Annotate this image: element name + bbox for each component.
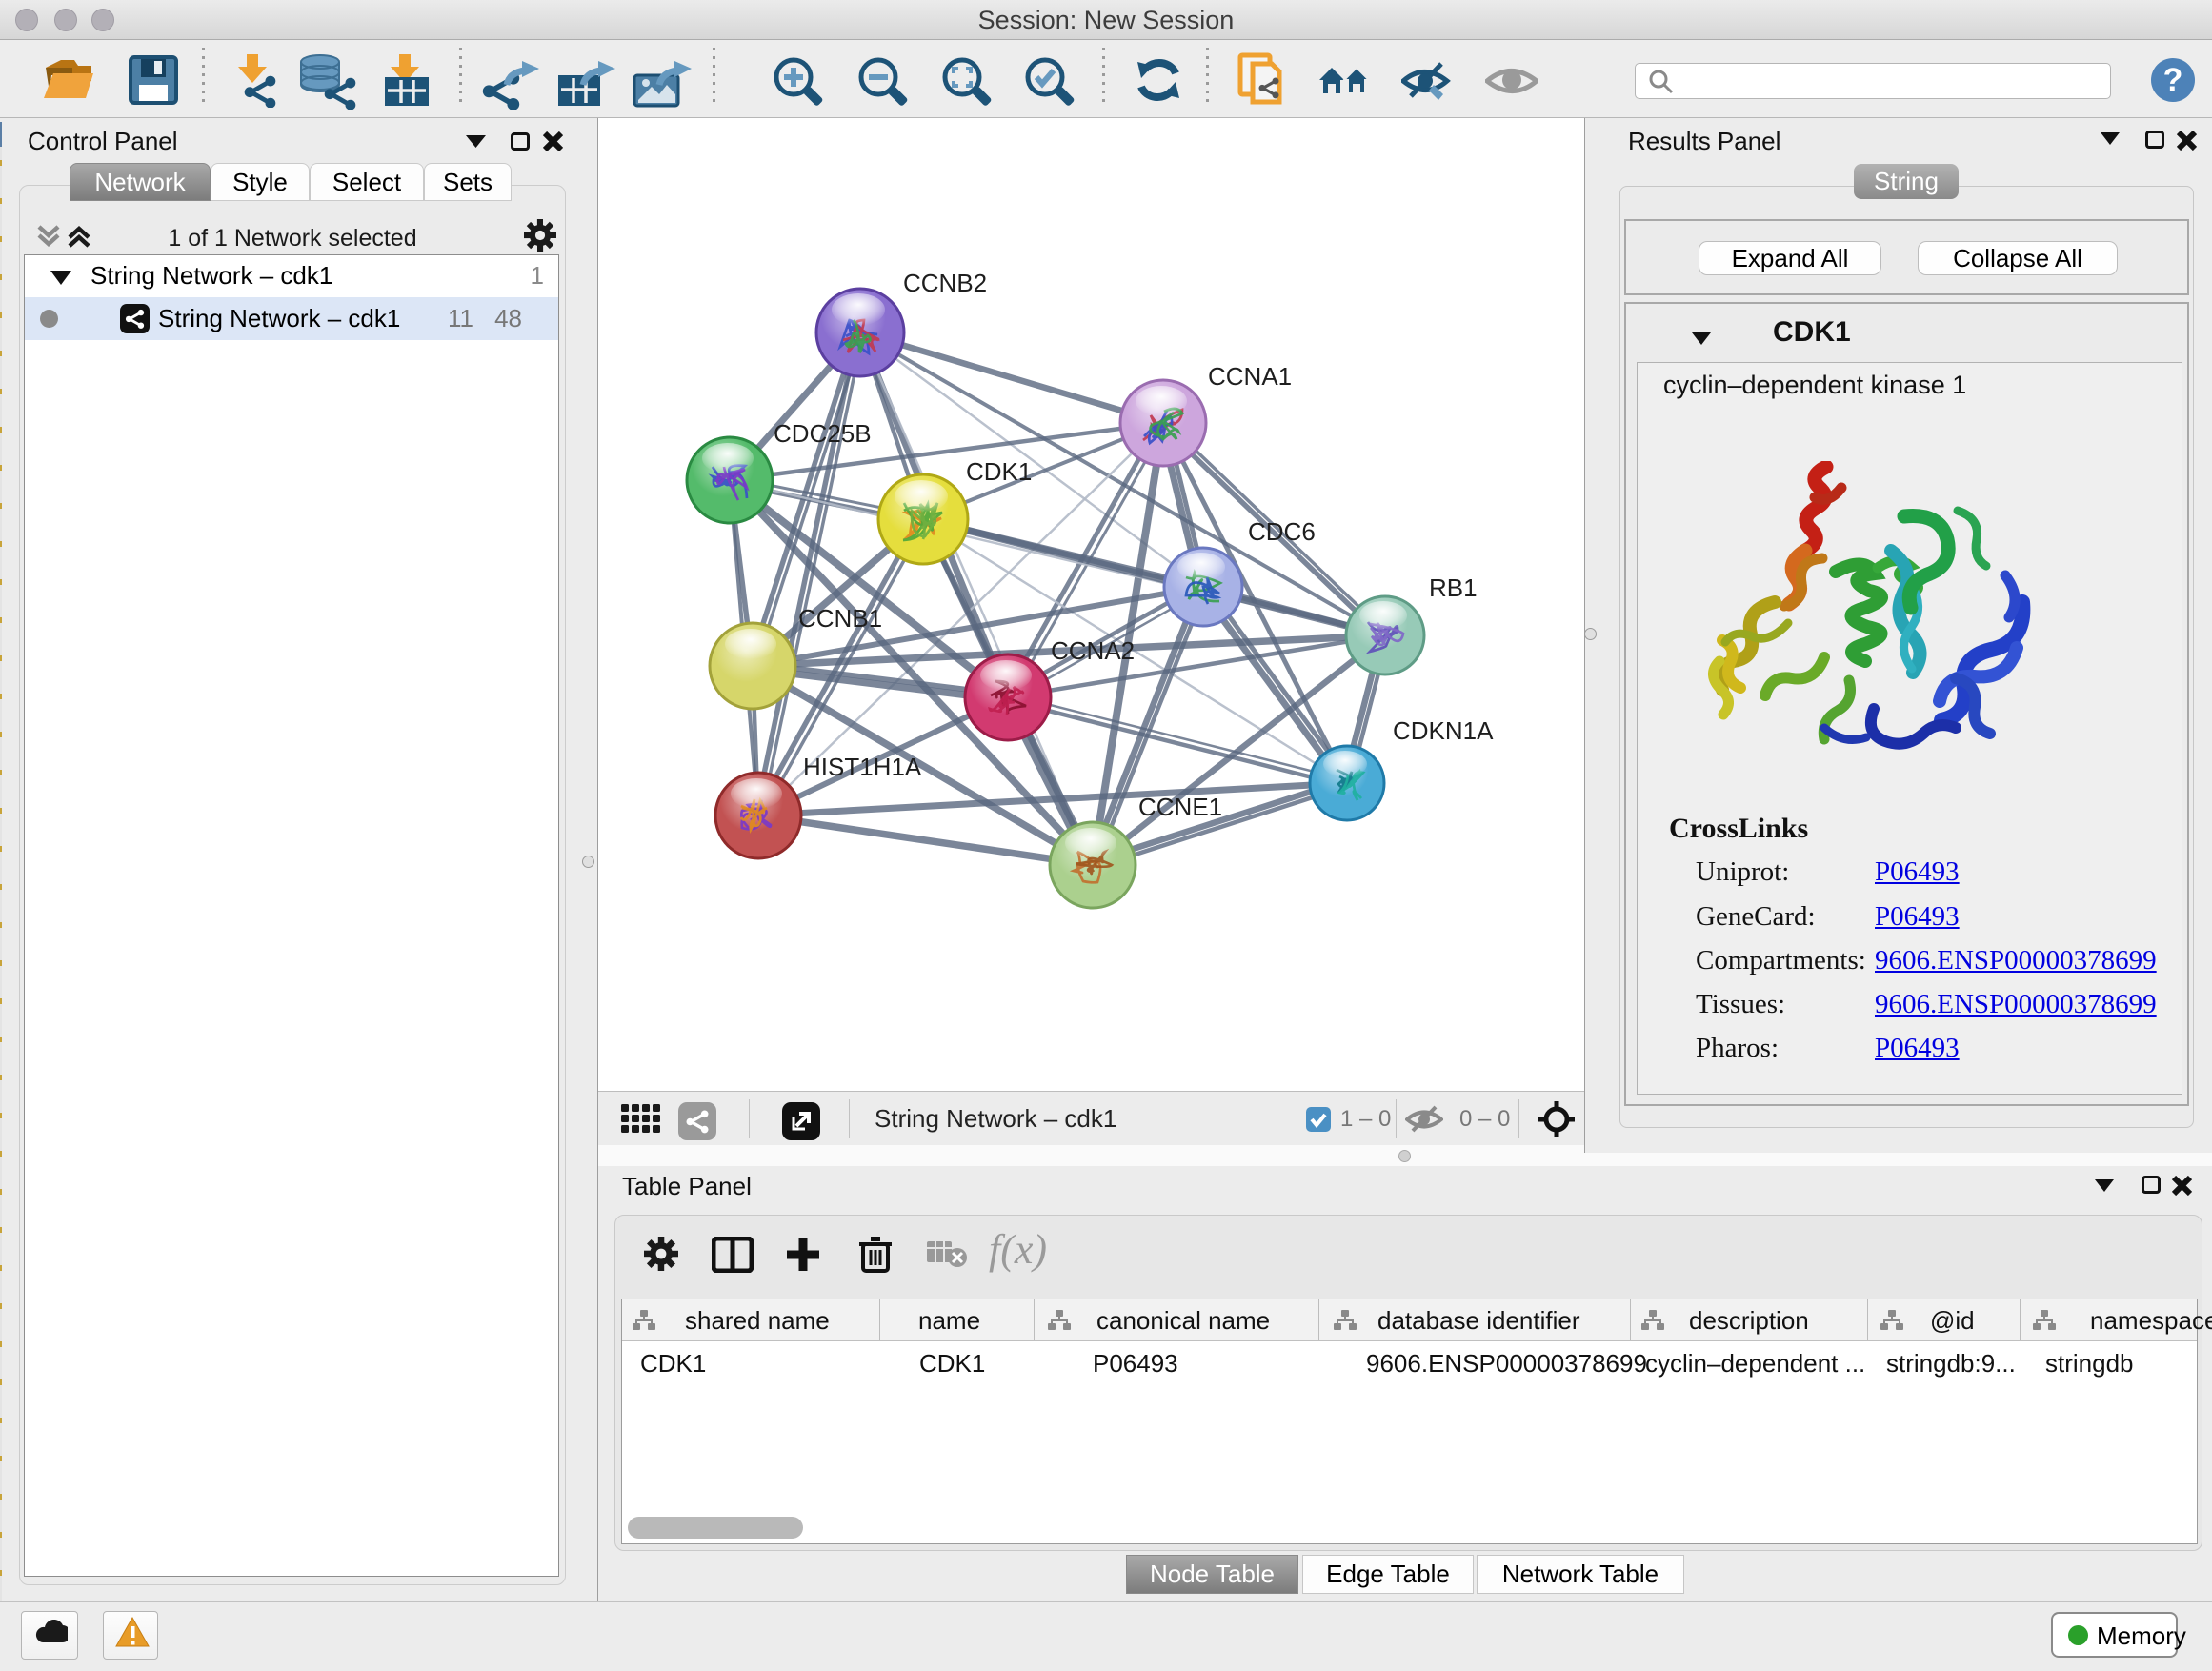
svg-text:CDK1: CDK1	[966, 457, 1032, 486]
svg-text:CCNB2: CCNB2	[903, 269, 987, 297]
svg-text:CCNA2: CCNA2	[1051, 636, 1135, 665]
svg-text:CCNA1: CCNA1	[1208, 362, 1292, 391]
svg-text:?: ?	[2163, 62, 2183, 98]
svg-text:HIST1H1A: HIST1H1A	[803, 753, 922, 781]
svg-text:CDC25B: CDC25B	[774, 419, 872, 448]
svg-text:RB1: RB1	[1429, 574, 1478, 602]
svg-text:CCNB1: CCNB1	[798, 604, 882, 633]
svg-text:CCNE1: CCNE1	[1138, 793, 1222, 821]
svg-text:CDKN1A: CDKN1A	[1393, 716, 1494, 745]
svg-text:CDC6: CDC6	[1248, 517, 1316, 546]
